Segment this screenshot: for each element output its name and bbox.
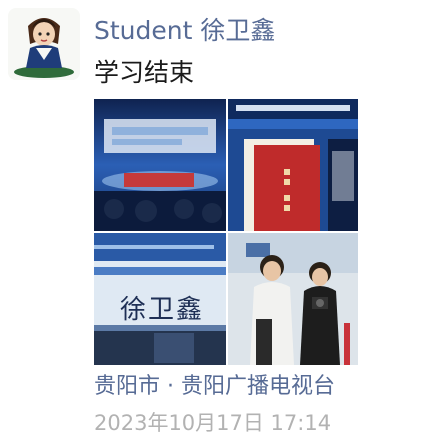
location-link[interactable]: 贵阳市 · 贵阳广播电视台 xyxy=(94,372,335,402)
avatar[interactable] xyxy=(8,8,80,80)
avatar-illustration-icon xyxy=(8,8,80,80)
photo-grid: 徐卫鑫 xyxy=(94,99,358,365)
author-name-link[interactable]: Student 徐卫鑫 xyxy=(94,14,275,48)
photo-conference-booklet[interactable] xyxy=(228,99,358,231)
photo-stage-screen[interactable] xyxy=(94,99,226,231)
name-board-text: 徐卫鑫 xyxy=(120,295,205,325)
timestamp: 2023年10月17日 17:14 xyxy=(94,411,332,435)
photo-people-camera[interactable] xyxy=(228,233,358,365)
post-text: 学习结束 xyxy=(94,58,195,87)
photo-name-board[interactable]: 徐卫鑫 xyxy=(94,233,226,365)
